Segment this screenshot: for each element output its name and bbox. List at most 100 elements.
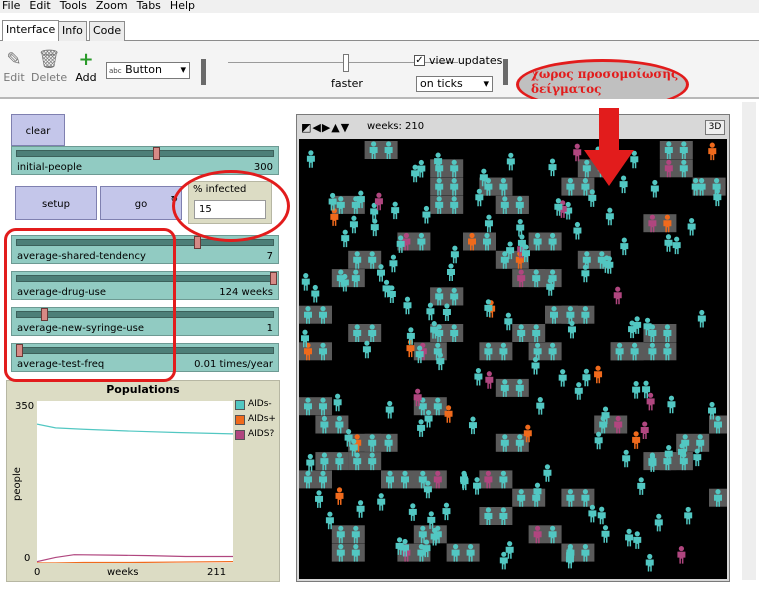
- world-svg: [299, 141, 727, 572]
- view-updates-checkbox[interactable]: ✓: [414, 55, 425, 66]
- person-icon: [708, 142, 717, 161]
- plot-x-min: 0: [34, 567, 41, 578]
- go-button[interactable]: go ↻: [100, 186, 182, 220]
- menu-zoom[interactable]: Zoom: [96, 0, 128, 13]
- edit-label: Edit: [3, 71, 25, 84]
- tab-code[interactable]: Code: [89, 21, 126, 41]
- plot-legend: AIDs- AIDs+ AIDS?: [235, 399, 279, 444]
- person-icon: [637, 477, 646, 495]
- menu-bar: File Edit Tools Zoom Tabs Help: [0, 0, 759, 13]
- add-button[interactable]: + Add: [74, 49, 98, 84]
- person-icon: [622, 449, 631, 468]
- couple-patch: [643, 214, 677, 233]
- person-icon: [613, 286, 622, 305]
- speed-slider-thumb[interactable]: [343, 54, 349, 72]
- couple-patch: [659, 159, 693, 178]
- person-icon: [505, 541, 514, 559]
- couple-patch: [381, 470, 414, 489]
- menu-file[interactable]: File: [2, 0, 20, 13]
- person-icon: [306, 150, 315, 168]
- couple-patch: [413, 470, 447, 489]
- couple-patch: [561, 488, 595, 507]
- person-icon: [632, 431, 641, 449]
- person-icon: [543, 464, 552, 482]
- person-icon: [484, 214, 493, 233]
- couple-patch: [479, 470, 513, 489]
- person-icon: [597, 506, 606, 525]
- menu-help[interactable]: Help: [170, 0, 195, 13]
- person-icon: [315, 490, 324, 508]
- person-icon: [633, 531, 642, 549]
- slider-thumb[interactable]: [270, 272, 277, 285]
- 3d-button[interactable]: 3D: [705, 120, 725, 135]
- person-icon: [573, 143, 582, 162]
- slider-value: 0.01 times/year: [194, 359, 273, 370]
- widget-type-select[interactable]: abc Button ▾: [106, 62, 190, 79]
- person-icon: [301, 273, 310, 291]
- world-view-frame: ◩◀▶▲▼ weeks: 210 3D: [296, 114, 730, 582]
- person-icon: [377, 493, 386, 511]
- chevron-down-icon: ▾: [483, 77, 489, 90]
- world-canvas[interactable]: [299, 139, 727, 579]
- person-icon: [672, 236, 681, 255]
- couple-patch: [299, 397, 332, 416]
- legend-swatch: [235, 430, 245, 440]
- couple-patch: [643, 342, 677, 361]
- slider-thumb[interactable]: [193, 236, 201, 249]
- person-icon: [625, 528, 634, 547]
- person-icon: [389, 254, 398, 273]
- ticks-counter: weeks: 210: [367, 121, 425, 132]
- speed-label: faster: [331, 77, 363, 90]
- person-icon: [558, 369, 567, 387]
- person-icon: [536, 397, 545, 415]
- tab-interface[interactable]: Interface: [2, 20, 60, 41]
- person-icon: [632, 381, 641, 399]
- person-icon: [667, 395, 676, 414]
- person-icon: [468, 416, 477, 435]
- couple-patch: [610, 342, 644, 361]
- couple-patch: [561, 305, 595, 324]
- slider-value: 7: [266, 251, 273, 262]
- plot-y-min: 0: [24, 553, 31, 564]
- person-icon: [362, 340, 371, 359]
- person-icon: [442, 303, 451, 322]
- person-icon: [687, 217, 696, 236]
- couple-patch: [315, 452, 349, 471]
- person-icon: [341, 229, 350, 248]
- callout-line-1: χωρος προσομοίωσης: [531, 67, 679, 81]
- plus-icon: +: [78, 49, 94, 70]
- update-mode-select[interactable]: on ticks ▾: [416, 76, 493, 92]
- clear-button[interactable]: clear: [11, 114, 65, 146]
- person-icon: [548, 158, 557, 177]
- legend-swatch: [235, 400, 245, 410]
- person-icon: [460, 470, 469, 489]
- menu-tools[interactable]: Tools: [60, 0, 87, 13]
- person-icon: [601, 525, 610, 543]
- person-icon: [588, 504, 597, 523]
- series-line-aids-: [36, 423, 234, 435]
- view-control-icons[interactable]: ◩◀▶▲▼: [301, 121, 350, 134]
- couple-patch: [331, 525, 365, 544]
- plot-svg: [36, 423, 234, 564]
- sliders-highlight-box: [4, 228, 176, 382]
- menu-tabs[interactable]: Tabs: [137, 0, 161, 13]
- couple-patch: [299, 305, 332, 324]
- widget-type-value: Button: [125, 63, 162, 76]
- vertical-scrollbar[interactable]: [742, 102, 756, 580]
- couple-patch: [512, 269, 546, 288]
- delete-button[interactable]: 🗑 Delete: [31, 49, 67, 84]
- person-icon: [664, 234, 673, 252]
- person-icon: [403, 296, 412, 315]
- legend-label: AIDS?: [248, 429, 275, 439]
- person-icon: [450, 245, 459, 264]
- setup-button[interactable]: setup: [15, 186, 97, 220]
- plot-x-max: 211: [207, 567, 227, 578]
- edit-button[interactable]: ✎ Edit: [2, 49, 26, 84]
- person-icon: [504, 312, 513, 331]
- couple-patch: [364, 141, 398, 159]
- plot-xlabel: weeks: [107, 567, 139, 578]
- chevron-down-icon: ▾: [180, 63, 186, 76]
- tab-info[interactable]: Info: [58, 21, 87, 41]
- slider-thumb[interactable]: [153, 147, 161, 160]
- menu-edit[interactable]: Edit: [29, 0, 50, 13]
